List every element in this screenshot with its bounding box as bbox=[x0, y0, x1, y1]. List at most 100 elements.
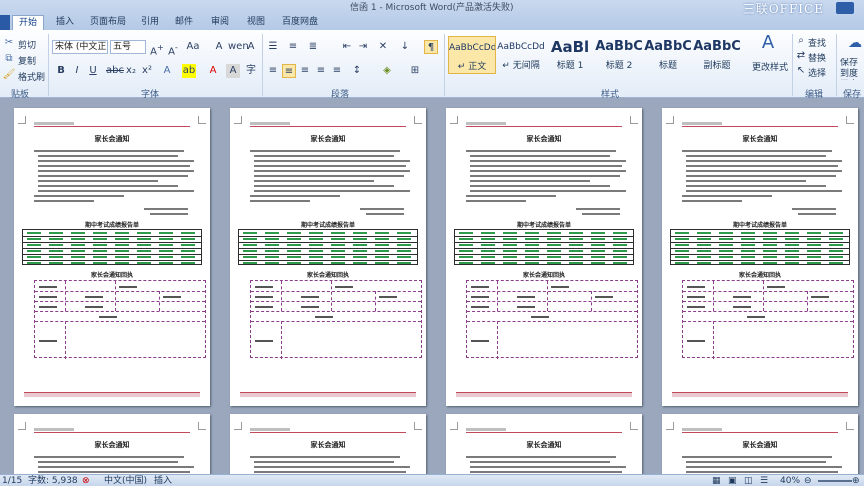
clear-format-icon[interactable]: A bbox=[212, 40, 226, 54]
view-fullscreen-icon[interactable]: ▣ bbox=[728, 475, 737, 486]
char-border-icon[interactable]: A bbox=[244, 40, 258, 54]
highlight-icon[interactable]: ab bbox=[182, 64, 196, 78]
body-text-line bbox=[254, 466, 410, 468]
cut-button[interactable]: 剪切 bbox=[18, 38, 36, 51]
text-effect-icon[interactable]: A bbox=[160, 64, 174, 78]
table-cell bbox=[807, 256, 821, 258]
format-painter-button[interactable]: 格式刷 bbox=[18, 70, 45, 83]
grades-table bbox=[454, 229, 634, 265]
proofing-icon[interactable]: ⊗ bbox=[82, 475, 90, 486]
zoom-level[interactable]: 40% bbox=[780, 475, 800, 486]
table-cell bbox=[675, 250, 689, 252]
table-cell bbox=[243, 238, 257, 240]
tab-review[interactable]: 审阅 bbox=[206, 15, 234, 30]
document-page[interactable]: 家长会通知 期中考试成绩报告单 家长会通知回执 bbox=[662, 108, 858, 406]
table-cell bbox=[785, 238, 799, 240]
chinese-layout-icon[interactable]: ✕ bbox=[376, 40, 390, 54]
view-web-icon[interactable]: ◫ bbox=[744, 475, 753, 486]
word-count[interactable]: 字数: 5,938 bbox=[28, 475, 78, 486]
table-cell bbox=[137, 250, 151, 252]
document-page[interactable]: 家长会通知 bbox=[230, 414, 426, 474]
view-print-layout-icon[interactable]: ▦ bbox=[712, 475, 721, 486]
select-button[interactable]: 选择 bbox=[808, 66, 826, 79]
table-title: 家长会通知回执 bbox=[522, 272, 565, 279]
font-name-select[interactable]: 宋体 (中文正) bbox=[52, 40, 108, 54]
file-tab[interactable] bbox=[0, 15, 10, 30]
save-to-netdisk-button[interactable]: 保存到度网盘 bbox=[840, 58, 864, 80]
tab-mailings[interactable]: 邮件 bbox=[170, 15, 198, 30]
copy-button[interactable]: 复制 bbox=[18, 54, 36, 67]
char-shading-icon[interactable]: A bbox=[226, 64, 240, 78]
strikethrough-icon[interactable]: abc bbox=[106, 64, 124, 78]
subscript-icon[interactable]: x₂ bbox=[124, 64, 138, 78]
bold-icon[interactable]: B bbox=[54, 64, 68, 78]
style-heading-1[interactable]: AaBl 标题 1 bbox=[546, 36, 594, 74]
document-page[interactable]: 家长会通知 期中考试成绩报告单 家长会通知回执 bbox=[230, 108, 426, 406]
style-no-spacing[interactable]: AaBbCcDd ↵ 无间隔 bbox=[497, 36, 545, 74]
tab-baidu-netdisk[interactable]: 百度网盘 bbox=[278, 15, 322, 30]
phonetic-icon[interactable]: wen bbox=[228, 40, 249, 54]
font-color-icon[interactable]: A bbox=[206, 64, 220, 78]
table-cell bbox=[71, 232, 85, 234]
table-cell bbox=[265, 250, 279, 252]
table-cell bbox=[93, 238, 107, 240]
document-page[interactable]: 家长会通知 bbox=[446, 414, 642, 474]
distributed-icon[interactable]: ≡ bbox=[330, 64, 344, 78]
increase-indent-icon[interactable]: ⇥ bbox=[356, 40, 370, 54]
style-heading-2[interactable]: AaBbC 标题 2 bbox=[595, 36, 643, 74]
language-indicator[interactable]: 中文(中国) bbox=[104, 475, 147, 486]
decrease-indent-icon[interactable]: ⇤ bbox=[340, 40, 354, 54]
grow-font-icon[interactable]: A+ bbox=[150, 40, 164, 57]
zoom-slider[interactable] bbox=[818, 480, 852, 482]
zoom-in-icon[interactable]: ⊕ bbox=[852, 475, 860, 486]
cloud-save-icon: ☁ bbox=[848, 35, 862, 51]
underline-icon[interactable]: U bbox=[86, 64, 100, 78]
italic-icon[interactable]: I bbox=[70, 64, 84, 78]
borders-icon[interactable]: ⊞ bbox=[408, 64, 422, 78]
numbering-icon[interactable]: ≡ bbox=[286, 40, 300, 54]
tab-insert[interactable]: 插入 bbox=[50, 15, 80, 30]
justify-icon[interactable]: ≡ bbox=[314, 64, 328, 78]
insert-mode[interactable]: 插入 bbox=[154, 475, 172, 486]
line-spacing-icon[interactable]: ↕ bbox=[350, 64, 364, 78]
table-cell bbox=[459, 262, 473, 264]
tab-references[interactable]: 引用 bbox=[136, 15, 164, 30]
shading-icon[interactable]: ◈ bbox=[380, 64, 394, 78]
document-page[interactable]: 家长会通知 bbox=[662, 414, 858, 474]
style-sample: AaBbC bbox=[644, 39, 692, 54]
superscript-icon[interactable]: x² bbox=[140, 64, 154, 78]
shrink-font-icon[interactable]: A- bbox=[166, 40, 180, 57]
view-outline-icon[interactable]: ☰ bbox=[760, 475, 768, 486]
zoom-out-icon[interactable]: ⊖ bbox=[804, 475, 812, 486]
table-cell bbox=[547, 262, 561, 264]
find-button[interactable]: 查找 bbox=[808, 36, 826, 49]
bullets-icon[interactable]: ☰ bbox=[266, 40, 280, 54]
sort-icon[interactable]: ↓ bbox=[398, 40, 412, 54]
tab-home[interactable]: 开始 bbox=[12, 15, 44, 30]
document-workspace[interactable]: 家长会通知 期中考试成绩报告单 家长会通知回执 家长会通知 期中考试成绩报告单 家长会通知… bbox=[0, 98, 864, 474]
tab-view[interactable]: 视图 bbox=[242, 15, 270, 30]
font-size-select[interactable]: 五号 bbox=[110, 40, 146, 54]
show-marks-icon[interactable]: ¶ bbox=[424, 40, 438, 54]
replace-button[interactable]: 替换 bbox=[808, 51, 826, 64]
enclose-char-icon[interactable]: 字 bbox=[244, 64, 258, 78]
table-row-line bbox=[671, 248, 849, 249]
form-label bbox=[687, 286, 705, 288]
change-case-icon[interactable]: Aa bbox=[186, 40, 200, 54]
tab-page-layout[interactable]: 页面布局 bbox=[86, 15, 130, 30]
align-left-icon[interactable]: ≡ bbox=[266, 64, 280, 78]
page-indicator[interactable]: 1/15 bbox=[2, 475, 22, 486]
multilevel-list-icon[interactable]: ≣ bbox=[306, 40, 320, 54]
document-page[interactable]: 家长会通知 bbox=[14, 414, 210, 474]
style-title[interactable]: AaBbC 标题 bbox=[644, 36, 692, 74]
body-text-line bbox=[682, 200, 742, 202]
align-center-icon[interactable]: ≡ bbox=[282, 64, 296, 78]
document-page[interactable]: 家长会通知 期中考试成绩报告单 家长会通知回执 bbox=[14, 108, 210, 406]
document-page[interactable]: 家长会通知 期中考试成绩报告单 家长会通知回执 bbox=[446, 108, 642, 406]
page-header-text bbox=[682, 122, 722, 125]
align-right-icon[interactable]: ≡ bbox=[298, 64, 312, 78]
table-cell bbox=[525, 232, 539, 234]
change-styles-button[interactable]: 更改样式 bbox=[752, 60, 788, 73]
style-subtitle[interactable]: AaBbC 副标题 bbox=[693, 36, 741, 74]
style-normal[interactable]: AaBbCcDd ↵ 正文 bbox=[448, 36, 496, 74]
